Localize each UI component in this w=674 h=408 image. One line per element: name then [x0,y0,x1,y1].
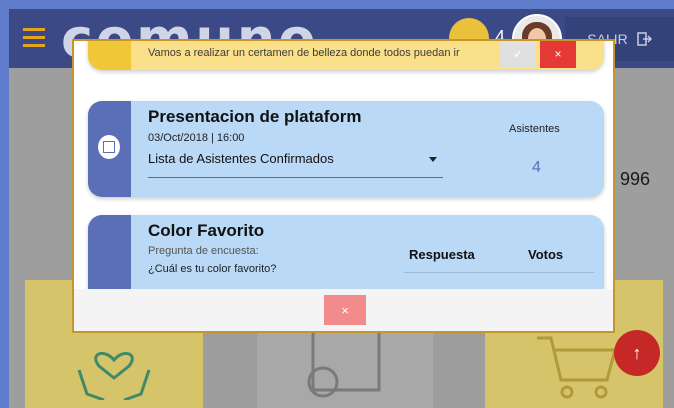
event-title: Presentacion de plataform [148,107,362,126]
card-stripe [88,41,131,70]
modal-footer: × [74,289,613,331]
survey-title: Color Favorito [148,221,265,240]
survey-question: ¿Cuál es tu color favorito? [148,263,277,275]
menu-bar-icon [23,44,45,47]
event-date: 03/Oct/2018 | 16:00 [148,132,245,144]
menu-toggle-button[interactable] [15,19,53,57]
menu-bar-icon [23,36,45,39]
arrow-up-icon: ↑ [632,342,642,363]
cart-icon [537,336,617,399]
survey-card: Color Favorito Pregunta de encuesta: ¿Cu… [88,215,604,289]
scroll-top-button[interactable]: ↑ [614,330,660,376]
votes-column-header: Votos [528,247,564,262]
event-card: Presentacion de plataform 03/Oct/2018 | … [88,101,604,197]
attendees-select[interactable]: Lista de Asistentes Confirmados [148,151,443,178]
calendar-icon [98,135,120,159]
answer-column-header: Respuesta [409,247,475,262]
attendees-label: Asistentes [509,123,560,135]
close-modal-button[interactable]: × [324,295,366,325]
modal-scroll-area[interactable]: Vamos a realizar un certamen de belleza … [74,41,613,289]
notice-text: Vamos a realizar un certamen de belleza … [148,47,460,59]
survey-subtitle: Pregunta de encuesta: [148,245,259,257]
attendees-count: 4 [532,159,541,176]
chevron-down-icon [429,157,437,162]
logout-icon [636,32,652,46]
card-stripe [88,101,131,197]
card-stripe [88,215,131,289]
attendees-select-value: Lista de Asistentes Confirmados [148,151,334,166]
hands-heart-icon [77,351,151,400]
confirm-button[interactable]: ✓ [500,41,536,68]
event-modal: Vamos a realizar un certamen de belleza … [72,39,615,333]
notice-card: Vamos a realizar un certamen de belleza … [88,41,604,70]
side-number: 996 [620,169,651,189]
table-divider [404,272,594,273]
check-icon: ✓ [512,47,524,61]
reject-button[interactable]: × [540,41,576,68]
menu-bar-icon [23,28,45,31]
